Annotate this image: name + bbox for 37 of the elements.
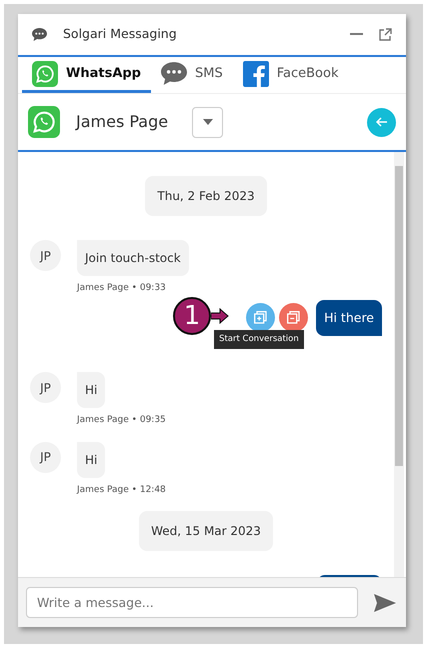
chat-bubble-icon (32, 28, 47, 41)
chat-bubble-icon (161, 62, 187, 85)
message-meta: James Page • 09:35 (77, 414, 166, 428)
callout-number: 1 (173, 297, 212, 336)
avatar: JP (30, 240, 61, 271)
message-bubble: Join touch-stock (77, 240, 189, 276)
date-label: Thu, 2 Feb 2023 (145, 176, 267, 216)
popout-icon[interactable] (379, 28, 392, 41)
caret-icon (202, 119, 213, 125)
channel-tab[interactable]: FaceBook (232, 57, 348, 93)
whatsapp-icon (32, 60, 58, 86)
channel-tab[interactable]: SMS (151, 57, 233, 93)
end-conversation-button[interactable] (279, 303, 308, 332)
window-title: Solgari Messaging (63, 25, 178, 44)
message-bubble: Hi there (316, 300, 382, 336)
avatar: JP (30, 442, 61, 473)
message-bubble: Hi (77, 372, 106, 408)
tooltip: Start Conversation (214, 330, 304, 350)
scrollbar[interactable] (394, 152, 404, 577)
arrow-icon (211, 308, 230, 324)
back-arrow-icon (376, 117, 388, 127)
message-meta: James Page • 12:48 (77, 484, 166, 497)
message-bubble: Hi (77, 442, 106, 478)
dropdown-button[interactable] (192, 106, 224, 138)
whatsapp-icon (28, 106, 60, 138)
date-label: Wed, 15 Mar 2023 (139, 511, 273, 552)
message-meta: James Page • 09:33 (77, 282, 166, 295)
send-icon (374, 594, 396, 612)
message-input[interactable]: Write a message... (26, 587, 358, 618)
avatar: JP (30, 372, 61, 404)
remove-copy-icon (287, 311, 300, 324)
contact-name: James Page (76, 111, 168, 133)
start-conversation-button[interactable] (246, 303, 276, 332)
minimize-icon[interactable] (350, 33, 363, 36)
channel-tab[interactable]: WhatsApp (22, 57, 151, 93)
add-copy-icon (254, 311, 268, 324)
facebook-icon (242, 60, 269, 86)
